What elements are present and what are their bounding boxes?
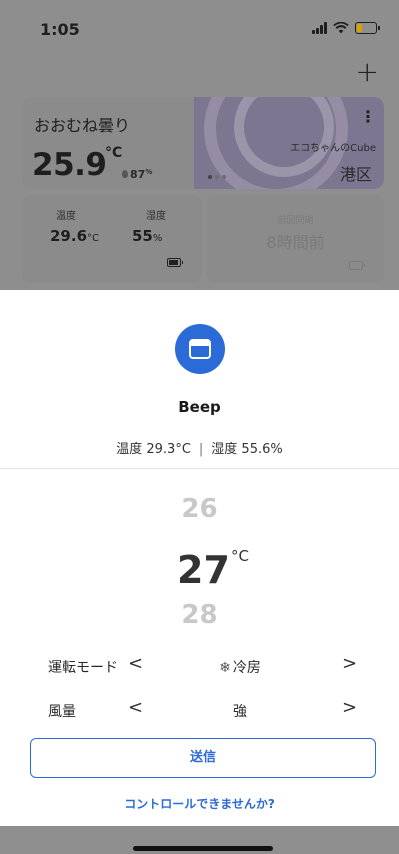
weather-device-name: エコちゃんのCube — [290, 143, 376, 154]
sensor-temp-label: 温度 — [56, 211, 76, 222]
sensor-humidity: 55% — [132, 227, 163, 245]
temperature-unit: °C — [231, 547, 249, 565]
weather-area: 港区 — [339, 165, 372, 184]
temperature-option-previous[interactable]: 26 — [0, 494, 399, 524]
remote-sync-value: 8時間前 — [266, 233, 325, 252]
snowflake-icon: ❄ — [219, 660, 231, 676]
page-indicator — [208, 175, 226, 179]
mode-selector: 運転モード < ❄ 冷房 > — [0, 651, 399, 681]
weather-condition: おおむね曇り — [34, 116, 131, 135]
air-conditioner-icon — [175, 324, 225, 374]
sensor-battery-icon — [167, 258, 183, 267]
add-button[interactable]: + — [356, 58, 379, 86]
weather-temperature: 25.9 — [32, 147, 107, 183]
temperature-option-next[interactable]: 28 — [0, 600, 399, 626]
fan-value: 強 — [233, 704, 247, 720]
device-name: Beep — [178, 398, 221, 416]
remote-card[interactable]: 前回同期 8時間前 — [207, 195, 384, 283]
divider — [0, 468, 399, 469]
fan-next-button[interactable]: > — [342, 697, 357, 718]
fan-label: 風量 — [48, 704, 76, 720]
room-temperature: 温度 29.3°C — [116, 442, 191, 457]
weather-humidity: 87% — [122, 168, 152, 181]
mode-value: ❄ 冷房 — [219, 660, 261, 676]
help-link[interactable]: コントロールできませんか? — [0, 795, 399, 812]
room-conditions: 温度 29.3°C | 湿度 55.6% — [0, 438, 399, 457]
fan-selector: 風量 < 強 > — [0, 695, 399, 725]
weather-temperature-unit: °C — [105, 145, 123, 161]
status-bar: 1:05 — [0, 0, 399, 50]
status-icons — [312, 22, 380, 34]
room-humidity: 湿度 55.6% — [211, 442, 283, 457]
sensor-humidity-label: 湿度 — [146, 211, 166, 222]
status-time: 1:05 — [40, 20, 80, 39]
weather-humidity-unit: % — [145, 168, 153, 176]
fan-prev-button[interactable]: < — [128, 697, 143, 718]
battery-icon — [355, 22, 380, 34]
mode-prev-button[interactable]: < — [128, 653, 143, 674]
home-bar-area — [0, 826, 399, 854]
weather-humidity-value: 87 — [130, 168, 146, 181]
mode-label: 運転モード — [48, 660, 118, 676]
more-menu-icon[interactable]: ⋮ — [360, 107, 376, 126]
mode-next-button[interactable]: > — [342, 653, 357, 674]
room-separator: | — [198, 442, 204, 457]
sensor-temp: 29.6°C — [50, 227, 99, 245]
droplet-icon — [122, 170, 128, 178]
wifi-icon — [333, 22, 349, 34]
remote-battery-icon — [349, 261, 365, 270]
signal-icon — [312, 22, 327, 34]
remote-sync-label: 前回同期 — [277, 216, 314, 226]
temperature-selected[interactable]: 27 — [177, 548, 230, 592]
home-indicator[interactable] — [133, 846, 273, 851]
send-button[interactable]: 送信 — [30, 738, 376, 778]
control-sheet: Beep 温度 29.3°C | 湿度 55.6% 26 27 °C 28 運転モー… — [0, 290, 399, 826]
sensor-card[interactable]: 温度 29.6°C 湿度 55% — [22, 195, 202, 283]
weather-card[interactable]: おおむね曇り 25.9 °C 87% ⋮ エコちゃんのCube 港区 — [22, 97, 384, 189]
background-app: 1:05 + おおむね曇り 25.9 °C 87% ⋮ エコちゃんのCube 港… — [0, 0, 399, 290]
